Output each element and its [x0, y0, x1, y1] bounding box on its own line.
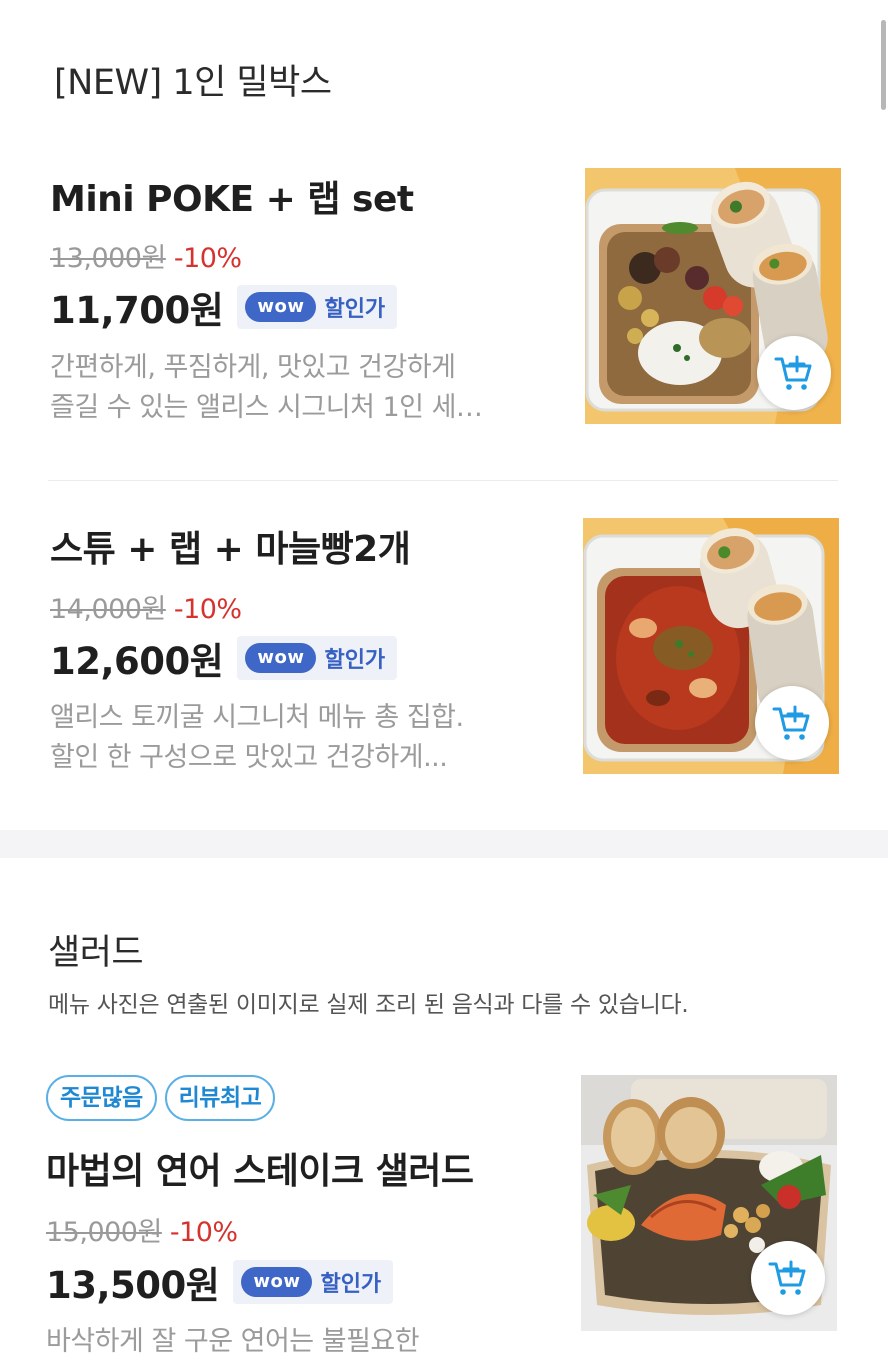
sale-price: 11,700원 — [50, 289, 224, 332]
tag-best-review: 리뷰최고 — [164, 1075, 276, 1121]
description-line: 앨리스 토끼굴 시그니처 메뉴 총 집합. — [50, 702, 464, 733]
sale-price: 13,500원 — [46, 1264, 220, 1307]
food-image-poke-wrap[interactable] — [585, 168, 841, 424]
item-divider — [48, 480, 838, 481]
cart-plus-icon — [772, 705, 810, 740]
wow-discount-label: 할인가 — [324, 648, 386, 673]
description-line: 간편하게, 푸짐하게, 맛있고 건강하게 — [50, 352, 456, 383]
price-row: 13,000원 -10% — [50, 236, 242, 275]
add-to-cart-button[interactable] — [751, 1241, 825, 1315]
description-line: 할인 한 구성으로 맛있고 건강하게... — [50, 742, 448, 773]
wow-discount-badge: wow 할인가 — [237, 285, 398, 329]
add-to-cart-button[interactable] — [757, 336, 831, 410]
original-price: 13,000원 — [50, 243, 166, 274]
section-notice: 메뉴 사진은 연출된 이미지로 실제 조리 된 음식과 다를 수 있습니다. — [48, 992, 689, 1018]
description-line: 바삭하게 잘 구운 연어는 불필요한 — [46, 1326, 420, 1357]
wow-discount-badge: wow 할인가 — [233, 1260, 394, 1304]
food-image-stew-wrap[interactable] — [583, 518, 839, 774]
item-description: 바삭하게 잘 구운 연어는 불필요한 — [46, 1322, 546, 1362]
item-name: 마법의 연어 스테이크 샐러드 — [46, 1151, 474, 1192]
wow-discount-badge: wow 할인가 — [237, 636, 398, 680]
original-price: 14,000원 — [50, 594, 166, 625]
original-price: 15,000원 — [46, 1217, 162, 1248]
item-description: 앨리스 토끼굴 시그니처 메뉴 총 집합. 할인 한 구성으로 맛있고 건강하게… — [50, 698, 550, 778]
description-line: 즐길 수 있는 앨리스 시그니처 1인 세… — [50, 392, 483, 423]
sale-price: 12,600원 — [50, 640, 224, 683]
menu-page: [NEW] 1인 밀박스 Mini POKE + 랩 set 13,000원 -1… — [0, 0, 888, 1366]
cart-plus-icon — [768, 1260, 806, 1295]
sale-row: 11,700원 wow 할인가 — [50, 280, 398, 334]
item-description: 간편하게, 푸짐하게, 맛있고 건강하게 즐길 수 있는 앨리스 시그니처 1인… — [50, 348, 550, 428]
wow-logo: wow — [245, 643, 317, 673]
section-title-salad: 샐러드 — [48, 933, 144, 973]
tag-popular-order: 주문많음 — [46, 1075, 157, 1121]
item-name: Mini POKE + 랩 set — [50, 179, 414, 220]
wow-logo: wow — [241, 1267, 313, 1297]
discount-rate: -10% — [173, 243, 242, 274]
sale-row: 12,600원 wow 할인가 — [50, 631, 398, 685]
item-name: 스튜 + 랩 + 마늘빵2개 — [50, 529, 411, 570]
sale-row: 13,500원 wow 할인가 — [46, 1255, 394, 1309]
food-image-salmon-salad[interactable] — [581, 1075, 837, 1331]
wow-discount-label: 할인가 — [324, 297, 386, 322]
discount-rate: -10% — [173, 594, 242, 625]
price-row: 15,000원 -10% — [46, 1210, 238, 1249]
price-row: 14,000원 -10% — [50, 587, 242, 626]
section-title-mealbox: [NEW] 1인 밀박스 — [54, 63, 332, 103]
add-to-cart-button[interactable] — [755, 686, 829, 760]
cart-plus-icon — [774, 355, 812, 390]
wow-discount-label: 할인가 — [320, 1272, 382, 1297]
wow-logo: wow — [245, 292, 317, 322]
discount-rate: -10% — [169, 1217, 238, 1248]
item-tags: 주문많음 리뷰최고 — [46, 1075, 283, 1121]
section-separator — [0, 830, 888, 858]
scrollbar[interactable] — [881, 20, 886, 110]
